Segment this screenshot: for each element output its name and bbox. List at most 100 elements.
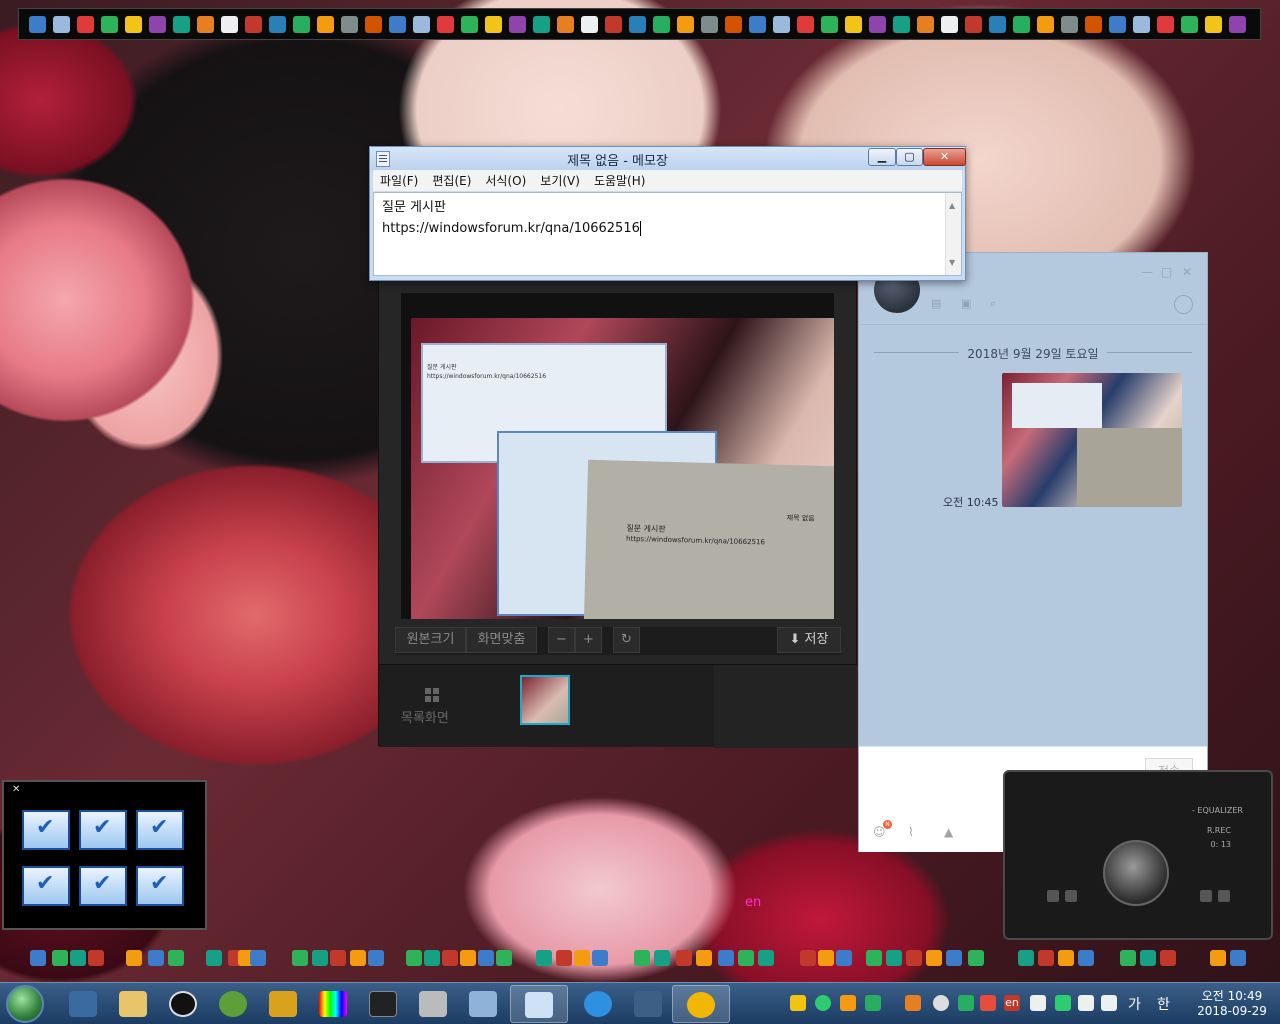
search-icon[interactable]: ⌕ [990, 297, 1003, 310]
quicklaunch-icon[interactable] [574, 950, 590, 966]
quicklaunch-icon[interactable] [818, 950, 834, 966]
launcher-icon[interactable] [965, 15, 982, 33]
start-button[interactable] [6, 985, 44, 1023]
network-icon[interactable] [1078, 995, 1094, 1011]
menu-help[interactable]: 도움말(H) [587, 172, 653, 189]
clock[interactable]: 오전 10:49 2018-09-29 [1190, 989, 1274, 1019]
launcher-icon[interactable] [1157, 15, 1174, 33]
desktop-4[interactable] [22, 866, 70, 906]
quicklaunch-icon[interactable] [968, 950, 984, 966]
launcher-icon[interactable] [869, 15, 886, 33]
launcher-icon[interactable] [221, 15, 238, 33]
launcher-icon[interactable] [581, 15, 598, 33]
desktop-1[interactable] [22, 810, 70, 850]
quicklaunch-icon[interactable] [168, 950, 184, 966]
volume-knob[interactable] [1103, 840, 1169, 906]
launcher-icon[interactable] [1037, 15, 1054, 33]
quicklaunch-icon[interactable] [52, 950, 68, 966]
close-icon[interactable]: ✕ [12, 784, 20, 795]
quicklaunch-icon[interactable] [406, 950, 422, 966]
rotate-button[interactable]: ↻ [613, 627, 640, 653]
tray-app-icon[interactable] [865, 995, 881, 1011]
launcher-icon[interactable] [53, 15, 70, 33]
taskbar-app-viewer[interactable] [620, 985, 678, 1023]
tray-utorrent-icon[interactable] [815, 995, 831, 1011]
quicklaunch-icon[interactable] [1140, 950, 1156, 966]
launcher-icon[interactable] [173, 15, 190, 33]
desktop-2[interactable] [79, 810, 127, 850]
quicklaunch-icon[interactable] [206, 950, 222, 966]
quicklaunch-icon[interactable] [496, 950, 512, 966]
launcher-icon[interactable] [341, 15, 358, 33]
volume-icon[interactable] [1101, 995, 1117, 1011]
launcher-icon[interactable] [437, 15, 454, 33]
stop-icon[interactable] [1065, 890, 1077, 902]
taskbar-app-alzip[interactable] [672, 985, 730, 1023]
attach-icon[interactable]: ⌇ [908, 825, 922, 839]
quicklaunch-icon[interactable] [654, 950, 670, 966]
fit-screen-button[interactable]: 화면맞춤 [466, 627, 537, 653]
minimize-icon[interactable]: — [1141, 265, 1153, 279]
original-size-button[interactable]: 원본크기 [395, 627, 466, 653]
quicklaunch-icon[interactable] [836, 950, 852, 966]
desktop-5[interactable] [79, 866, 127, 906]
launcher-icon[interactable] [1013, 15, 1030, 33]
launcher-icon[interactable] [485, 15, 502, 33]
quicklaunch-icon[interactable] [886, 950, 902, 966]
launcher-icon[interactable] [197, 15, 214, 33]
launcher-icon[interactable] [677, 15, 694, 33]
maximize-icon[interactable]: □ [1161, 265, 1172, 279]
zoom-out-button[interactable]: − [548, 627, 575, 653]
launcher-icon[interactable] [125, 15, 142, 33]
launcher-icon[interactable] [941, 15, 958, 33]
launcher-icon[interactable] [389, 15, 406, 33]
quicklaunch-icon[interactable] [442, 950, 458, 966]
maximize-button[interactable]: ▢ [896, 148, 923, 166]
vertical-scrollbar[interactable] [945, 193, 961, 275]
quicklaunch-icon[interactable] [718, 950, 734, 966]
launcher-icon[interactable] [293, 15, 310, 33]
launcher-icon[interactable] [797, 15, 814, 33]
launcher-icon[interactable] [533, 15, 550, 33]
quicklaunch-icon[interactable] [556, 950, 572, 966]
notepad-text-area[interactable]: 질문 게시판 https://windowsforum.kr/qna/10662… [373, 192, 962, 276]
quicklaunch-icon[interactable] [634, 950, 650, 966]
launcher-icon[interactable] [1109, 15, 1126, 33]
launcher-icon[interactable] [29, 15, 46, 33]
quicklaunch-icon[interactable] [1230, 950, 1246, 966]
launcher-icon[interactable] [1205, 15, 1222, 33]
launcher-icon[interactable] [989, 15, 1006, 33]
launcher-icon[interactable] [917, 15, 934, 33]
launcher-icon[interactable] [365, 15, 382, 33]
quicklaunch-icon[interactable] [1160, 950, 1176, 966]
quicklaunch-icon[interactable] [758, 950, 774, 966]
quicklaunch-icon[interactable] [424, 950, 440, 966]
quicklaunch-icon[interactable] [676, 950, 692, 966]
quicklaunch-icon[interactable] [148, 950, 164, 966]
quicklaunch-icon[interactable] [946, 950, 962, 966]
notes-icon[interactable]: ▤ [931, 297, 944, 310]
launcher-icon[interactable] [1061, 15, 1078, 33]
quicklaunch-icon[interactable] [696, 950, 712, 966]
launcher-icon[interactable] [245, 15, 262, 33]
quicklaunch-icon[interactable] [800, 950, 816, 966]
next-icon[interactable] [1218, 890, 1230, 902]
list-view-label[interactable]: 목록화면 [401, 707, 449, 726]
tray-monitor-icon[interactable] [905, 995, 921, 1011]
minimize-button[interactable]: ▁ [868, 148, 896, 166]
quicklaunch-icon[interactable] [70, 950, 86, 966]
quicklaunch-icon[interactable] [536, 950, 552, 966]
launcher-icon[interactable] [1229, 15, 1246, 33]
launcher-icon[interactable] [317, 15, 334, 33]
launcher-icon[interactable] [101, 15, 118, 33]
menu-edit[interactable]: 편집(E) [425, 172, 478, 189]
tray-shield-icon[interactable] [1055, 995, 1071, 1011]
menu-view[interactable]: 보기(V) [533, 172, 587, 189]
quicklaunch-icon[interactable] [1078, 950, 1094, 966]
launcher-icon[interactable] [413, 15, 430, 33]
menu-format[interactable]: 서식(O) [478, 172, 533, 189]
quicklaunch-icon[interactable] [292, 950, 308, 966]
launcher-icon[interactable] [629, 15, 646, 33]
quicklaunch-icon[interactable] [368, 950, 384, 966]
launcher-icon[interactable] [725, 15, 742, 33]
